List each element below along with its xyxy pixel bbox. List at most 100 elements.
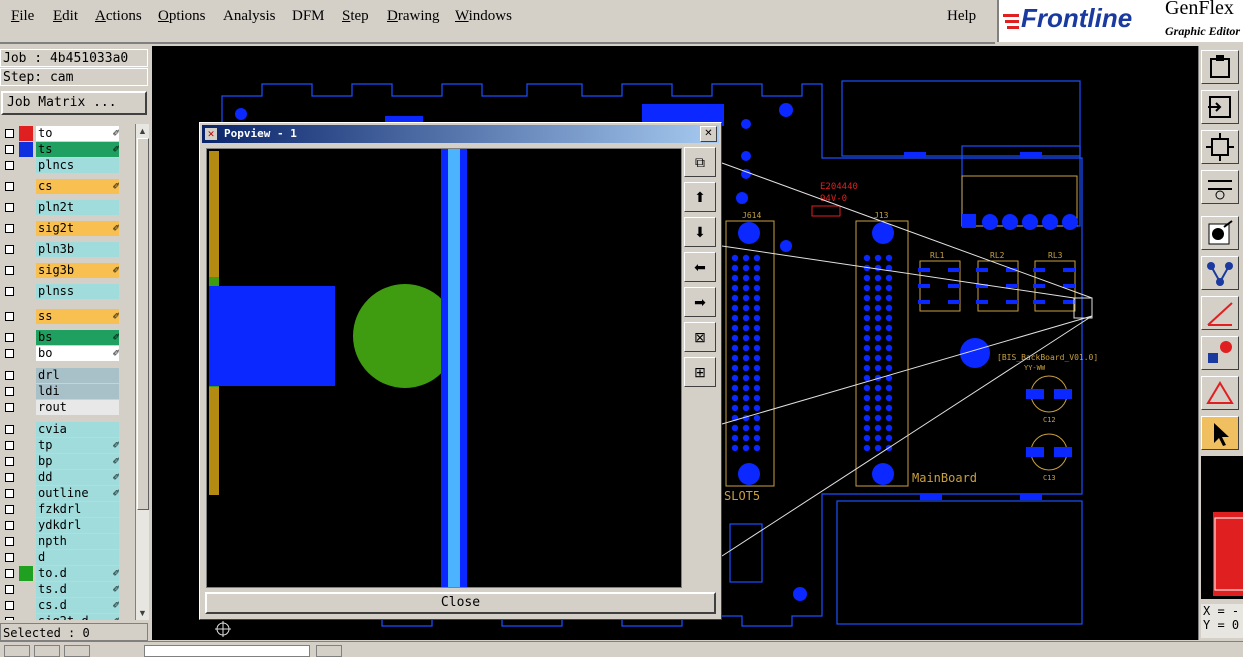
layer-name[interactable]: fzkdrl (36, 502, 119, 517)
layer-row-pln2t[interactable]: pln2t (2, 200, 122, 215)
layer-row-d[interactable]: d (2, 550, 122, 565)
triangle-icon[interactable] (1201, 376, 1239, 410)
layer-checkbox[interactable] (5, 266, 14, 275)
layer-checkbox[interactable] (5, 312, 14, 321)
clipboard-icon[interactable] (1201, 50, 1239, 84)
layer-name[interactable]: pln2t (36, 200, 119, 215)
menu-help[interactable]: Help (947, 8, 976, 25)
edit-icon[interactable]: ✐ (112, 440, 120, 451)
layer-name[interactable]: ts.d (36, 582, 119, 597)
draw-pad-icon[interactable] (1201, 216, 1239, 250)
layer-name[interactable]: to (36, 126, 119, 141)
edit-icon[interactable]: ✐ (112, 456, 120, 467)
pan-right-icon[interactable]: ➡ (684, 287, 716, 317)
layer-row-cs[interactable]: cs ✐ (2, 179, 122, 194)
layer-row-outline[interactable]: outline ✐ (2, 486, 122, 501)
edit-icon[interactable]: ✐ (112, 488, 120, 499)
layer-scrollbar[interactable]: ▲ ▼ (135, 124, 149, 620)
layer-row-sig2t-d[interactable]: sig2t.d✐ (2, 614, 122, 620)
layer-checkbox[interactable] (5, 601, 14, 610)
layer-color-swatch[interactable] (19, 566, 33, 581)
menu-options[interactable]: Options (158, 8, 206, 25)
layer-checkbox[interactable] (5, 203, 14, 212)
layer-name[interactable]: cvia (36, 422, 119, 437)
layer-name[interactable]: cs.d (36, 598, 119, 613)
layer-name[interactable]: dd (36, 470, 119, 485)
menu-actions[interactable]: Actions (95, 8, 142, 25)
layer-row-plnss[interactable]: plnss (2, 284, 122, 299)
layer-name[interactable]: cs (36, 179, 119, 194)
layer-name[interactable]: plncs (36, 158, 119, 173)
layer-name[interactable]: npth (36, 534, 119, 549)
layer-checkbox[interactable] (5, 457, 14, 466)
layer-row-plncs[interactable]: plncs (2, 158, 122, 173)
layer-row-bp[interactable]: bp ✐ (2, 454, 122, 469)
edit-icon[interactable]: ✐ (112, 332, 120, 343)
command-input[interactable] (144, 645, 310, 657)
layer-name[interactable]: d (36, 550, 119, 565)
layer-name[interactable]: sig2t (36, 221, 119, 236)
edit-icon[interactable]: ✐ (112, 128, 120, 139)
net-icon[interactable] (1201, 256, 1239, 290)
layer-checkbox[interactable] (5, 333, 14, 342)
layer-checkbox[interactable] (5, 224, 14, 233)
layer-name[interactable]: drl (36, 368, 119, 383)
layer-checkbox[interactable] (5, 425, 14, 434)
layer-row-ss[interactable]: ss ✐ (2, 309, 122, 324)
layer-checkbox[interactable] (5, 349, 14, 358)
layer-checkbox[interactable] (5, 617, 14, 620)
layer-checkbox[interactable] (5, 145, 14, 154)
layer-checkbox[interactable] (5, 387, 14, 396)
layer-checkbox[interactable] (5, 553, 14, 562)
menu-step[interactable]: Step (342, 8, 369, 25)
layer-name[interactable]: outline (36, 486, 119, 501)
layer-checkbox[interactable] (5, 129, 14, 138)
scroll-thumb[interactable] (137, 138, 149, 510)
layer-name[interactable]: ss (36, 309, 119, 324)
pointer-icon[interactable] (1201, 416, 1239, 450)
zoom-in-icon[interactable]: ⊞ (684, 357, 716, 387)
edit-icon[interactable]: ✐ (112, 600, 120, 611)
layer-name[interactable]: rout (36, 400, 119, 415)
layer-row-drl[interactable]: drl (2, 368, 122, 383)
pan-left-icon[interactable]: ⬅ (684, 252, 716, 282)
zoom-out-icon[interactable]: ⊠ (684, 322, 716, 352)
layer-row-cs-d[interactable]: cs.d ✐ (2, 598, 122, 613)
layer-name[interactable]: to.d (36, 566, 119, 581)
layer-row-to-d[interactable]: to.d ✐ (2, 566, 122, 581)
layer-row-dd[interactable]: dd ✐ (2, 470, 122, 485)
layer-color-swatch[interactable] (19, 126, 33, 141)
layer-name[interactable]: sig2t.d (36, 614, 119, 620)
layer-row-sig2t[interactable]: sig2t ✐ (2, 221, 122, 236)
layer-checkbox[interactable] (5, 182, 14, 191)
layer-checkbox[interactable] (5, 161, 14, 170)
layer-row-pln3b[interactable]: pln3b (2, 242, 122, 257)
edit-icon[interactable]: ✐ (112, 568, 120, 579)
layer-checkbox[interactable] (5, 585, 14, 594)
layer-checkbox[interactable] (5, 569, 14, 578)
menu-dfm[interactable]: DFM (292, 8, 325, 25)
layer-row-npth[interactable]: npth (2, 534, 122, 549)
layer-color-swatch[interactable] (19, 142, 33, 157)
layer-row-ydkdrl[interactable]: ydkdrl (2, 518, 122, 533)
layer-checkbox[interactable] (5, 489, 14, 498)
layer-name[interactable]: bs (36, 330, 119, 345)
window-menu-icon[interactable]: ✕ (205, 128, 217, 140)
layer-row-ldi[interactable]: ldi (2, 384, 122, 399)
layer-checkbox[interactable] (5, 403, 14, 412)
edit-icon[interactable]: ✐ (112, 311, 120, 322)
close-button[interactable]: Close (205, 592, 716, 614)
layer-name[interactable]: ldi (36, 384, 119, 399)
layer-checkbox[interactable] (5, 537, 14, 546)
feature-icon[interactable] (1201, 336, 1239, 370)
menu-edit[interactable]: Edit (53, 8, 78, 25)
edit-icon[interactable]: ✐ (112, 265, 120, 276)
menu-file[interactable]: File (11, 8, 34, 25)
edit-icon[interactable]: ✐ (112, 223, 120, 234)
popview-titlebar[interactable]: ✕ Popview - 1 ✕ (202, 125, 719, 143)
layer-row-fzkdrl[interactable]: fzkdrl (2, 502, 122, 517)
layer-row-tp[interactable]: tp ✐ (2, 438, 122, 453)
edit-icon[interactable]: ✐ (112, 181, 120, 192)
layer-row-ts[interactable]: ts ✐ (2, 142, 122, 157)
menu-analysis[interactable]: Analysis (223, 8, 276, 25)
